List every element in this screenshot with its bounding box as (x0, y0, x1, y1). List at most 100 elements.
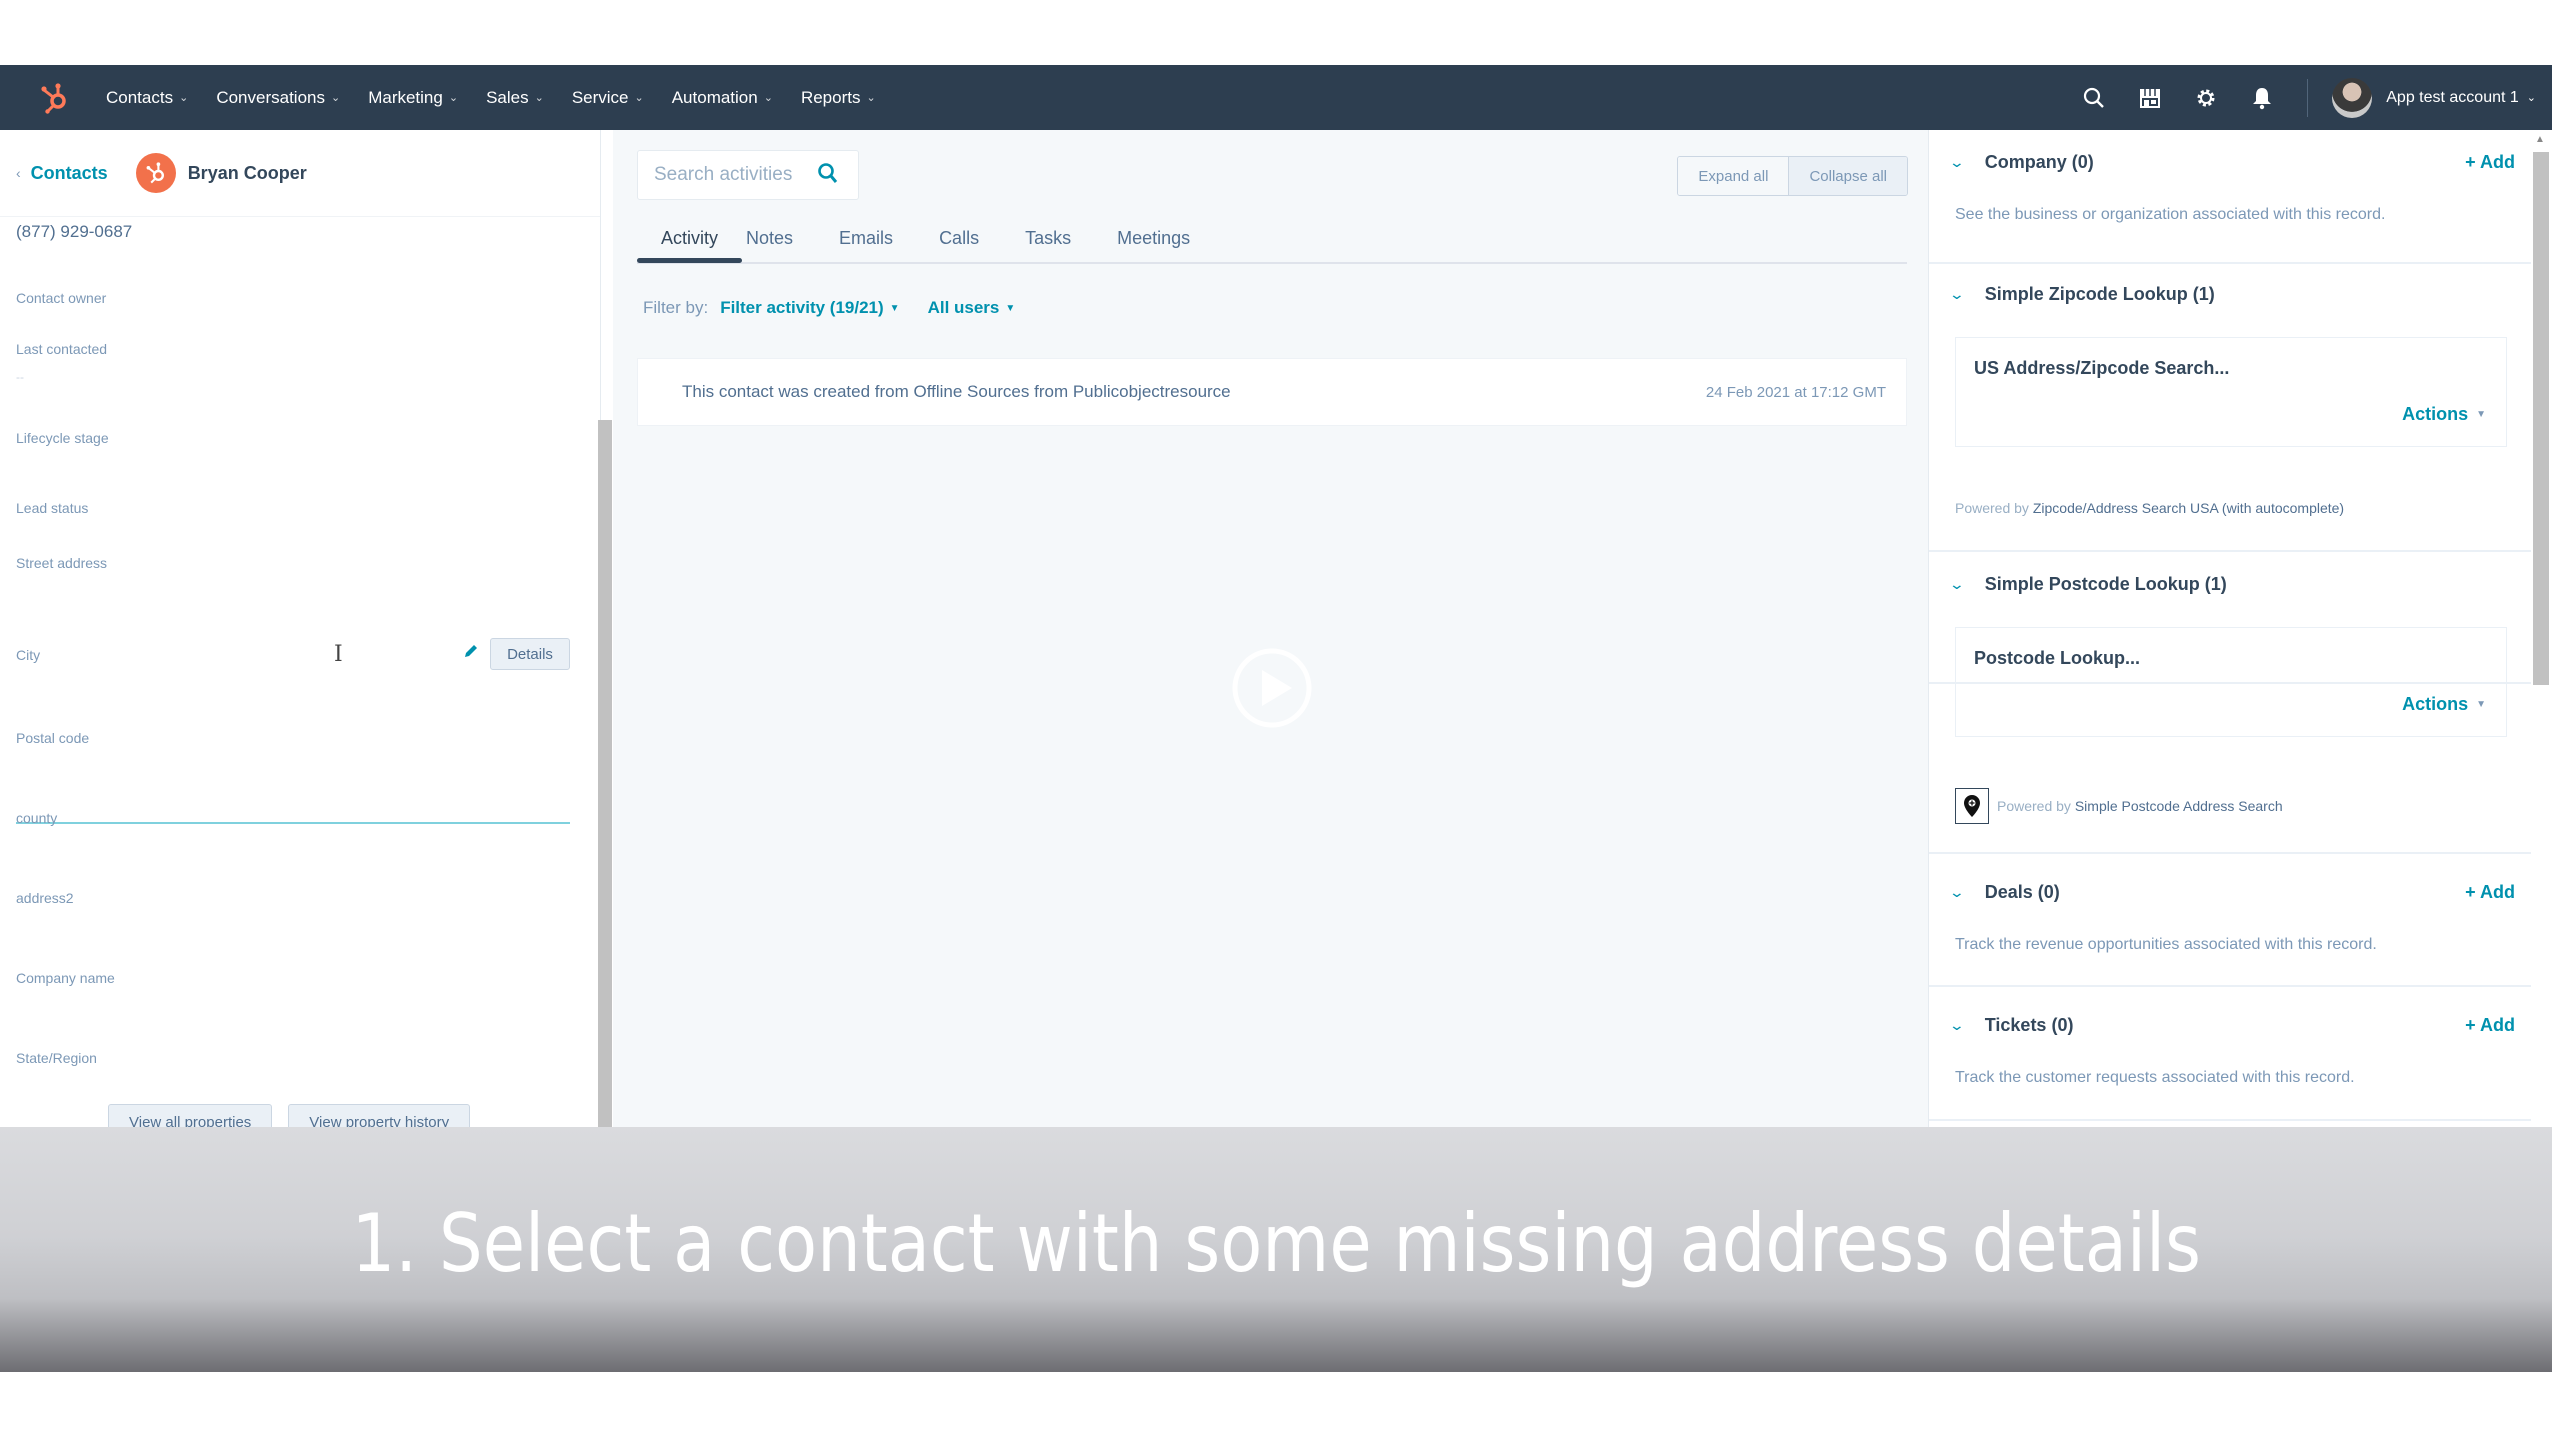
property-state-region[interactable]: State/Region (16, 1050, 97, 1066)
collapse-all-button[interactable]: Collapse all (1788, 157, 1907, 195)
details-button[interactable]: Details (490, 638, 570, 670)
zipcode-actions-dropdown[interactable]: Actions ▼ (2402, 404, 2486, 425)
account-menu[interactable]: App test account 1 ⌄ (2386, 89, 2536, 107)
top-navigation-bar: Contacts ⌄ Conversations ⌄ Marketing ⌄ Sale… (0, 65, 2552, 130)
postcode-card-header[interactable]: ⌄ Simple Postcode Lookup (1) (1949, 574, 2227, 595)
activity-text: This contact was created from Offline So… (682, 382, 1231, 401)
nav-label: Sales (486, 87, 529, 107)
search-activities-input[interactable] (652, 163, 816, 187)
company-card-header[interactable]: ⌄ Company (0) (1949, 152, 2094, 173)
property-city[interactable]: City (16, 647, 40, 663)
activity-item[interactable]: This contact was created from Offline So… (637, 358, 1907, 426)
property-postal-code[interactable]: Postal code (16, 730, 89, 746)
filter-activity-dropdown[interactable]: Filter activity (19/21) ▼ (720, 298, 899, 318)
property-company-name[interactable]: Company name (16, 970, 115, 986)
nav-label: Reports (800, 87, 861, 107)
property-contact-owner[interactable]: Contact owner (16, 290, 106, 306)
associations-sidebar: ⌄ Company (0) + Add See the business or … (1928, 130, 2552, 1127)
postcode-powered-by: Powered by Simple Postcode Address Searc… (1997, 798, 2283, 814)
property-actions: View all properties View property histor… (108, 1104, 471, 1127)
hubspot-logo-icon[interactable] (38, 81, 72, 115)
company-title: Company (0) (1984, 152, 2094, 172)
filter-activity-label: Filter activity (19/21) (720, 298, 884, 317)
deals-card: ⌄ Deals (0) + Add Track the revenue oppo… (1929, 852, 2531, 987)
powered-prefix: Powered by (1955, 500, 2029, 516)
caret-down-icon: ▼ (889, 302, 900, 314)
right-sidebar-scrollbar[interactable] (2533, 152, 2549, 685)
activity-filter-bar: Filter by: Filter activity (19/21) ▼ All … (643, 298, 1015, 318)
tickets-card-header[interactable]: ⌄ Tickets (0) (1949, 1015, 2074, 1036)
property-lifecycle-stage[interactable]: Lifecycle stage (16, 430, 109, 446)
nav-contacts[interactable]: Contacts ⌄ (106, 88, 188, 108)
nav-service[interactable]: Service ⌄ (572, 88, 644, 108)
search-icon[interactable] (816, 161, 840, 190)
bottom-letterbox (0, 1372, 2552, 1435)
tickets-title: Tickets (0) (1984, 1015, 2074, 1035)
chevron-down-icon: ⌄ (179, 92, 189, 104)
record-name: Bryan Cooper (187, 162, 307, 183)
nav-marketing[interactable]: Marketing ⌄ (368, 88, 458, 108)
tab-activity[interactable]: Activity (637, 216, 743, 263)
text-cursor-icon: I (334, 642, 343, 667)
nav-utilities: App test account 1 ⌄ (2079, 65, 2552, 130)
add-company-link[interactable]: + Add (2465, 152, 2515, 173)
postcode-actions-dropdown[interactable]: Actions ▼ (2402, 694, 2486, 715)
record-header: ‹ Contacts Bryan Cooper (0, 130, 600, 217)
chevron-down-icon: ⌄ (866, 92, 876, 104)
property-lead-status[interactable]: Lead status (16, 500, 88, 516)
user-avatar[interactable] (2332, 77, 2373, 118)
city-field-underline (16, 822, 570, 824)
chevron-down-icon: ⌄ (1948, 286, 1966, 302)
left-panel-scrollbar[interactable] (598, 420, 612, 1127)
activity-tabs: Activity Notes Emails Calls Tasks Meetin… (637, 216, 1907, 264)
zipcode-powered-by: Powered by Zipcode/Address Search USA (w… (1955, 500, 2344, 516)
record-avatar (135, 153, 176, 193)
scroll-up-arrow-icon[interactable]: ▲ (2535, 134, 2545, 145)
tickets-description: Track the customer requests associated w… (1955, 1069, 2355, 1086)
chevron-left-icon: ‹ (16, 165, 21, 181)
search-activities-field[interactable] (637, 150, 859, 200)
all-users-dropdown[interactable]: All users ▼ (928, 298, 1016, 318)
view-all-properties-button[interactable]: View all properties (108, 1104, 273, 1127)
company-description: See the business or organization associa… (1955, 206, 2386, 223)
add-ticket-link[interactable]: + Add (2465, 1015, 2515, 1036)
tab-calls[interactable]: Calls (919, 216, 1005, 260)
tab-notes[interactable]: Notes (742, 216, 819, 260)
property-address2[interactable]: address2 (16, 890, 74, 906)
search-icon[interactable] (2079, 83, 2109, 113)
marketplace-icon[interactable] (2135, 83, 2165, 113)
video-play-icon[interactable] (1230, 646, 1314, 730)
settings-gear-icon[interactable] (2191, 83, 2221, 113)
activity-timestamp: 24 Feb 2021 at 17:12 GMT (1705, 383, 1886, 401)
actions-label: Actions (2402, 694, 2469, 714)
tab-tasks[interactable]: Tasks (1005, 216, 1097, 260)
property-county[interactable]: county (16, 810, 57, 826)
deals-card-header[interactable]: ⌄ Deals (0) (1949, 882, 2060, 903)
property-street-address[interactable]: Street address (16, 555, 107, 571)
chevron-down-icon: ⌄ (534, 92, 544, 104)
expand-all-button[interactable]: Expand all (1678, 157, 1789, 195)
view-property-history-button[interactable]: View property history (288, 1104, 471, 1127)
nav-automation[interactable]: Automation ⌄ (672, 88, 773, 108)
nav-sales[interactable]: Sales ⌄ (486, 88, 544, 108)
nav-reports[interactable]: Reports ⌄ (801, 88, 876, 108)
back-to-contacts-link[interactable]: ‹ Contacts (16, 163, 108, 184)
nav-label: Contacts (106, 87, 174, 107)
tab-meetings[interactable]: Meetings (1097, 216, 1216, 260)
filter-by-label: Filter by: (643, 298, 709, 317)
chevron-down-icon: ⌄ (2526, 92, 2536, 104)
edit-pencil-icon[interactable] (462, 642, 482, 662)
activity-timeline: Expand all Collapse all Activity Notes E… (613, 130, 1928, 1127)
back-label: Contacts (30, 162, 108, 183)
postcode-provider-link[interactable]: Simple Postcode Address Search (2075, 798, 2283, 814)
chevron-down-icon: ⌄ (634, 92, 644, 104)
tab-emails[interactable]: Emails (819, 216, 919, 260)
zipcode-search-card: US Address/Zipcode Search... Actions ▼ (1955, 337, 2507, 447)
zipcode-provider-link[interactable]: Zipcode/Address Search USA (with autocom… (2033, 500, 2344, 516)
notifications-bell-icon[interactable] (2247, 83, 2277, 113)
property-last-contacted[interactable]: Last contacted (16, 341, 107, 357)
zipcode-card-header[interactable]: ⌄ Simple Zipcode Lookup (1) (1948, 284, 2215, 305)
add-deal-link[interactable]: + Add (2465, 882, 2515, 903)
nav-conversations[interactable]: Conversations ⌄ (216, 88, 340, 108)
chevron-down-icon: ⌄ (448, 92, 459, 104)
